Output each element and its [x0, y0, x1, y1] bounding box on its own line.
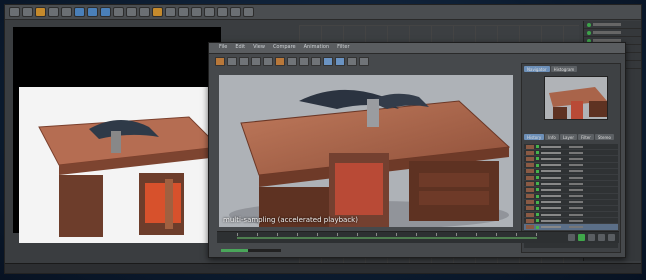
tab-history[interactable]: History	[524, 134, 545, 140]
tab-filter[interactable]: Filter	[577, 134, 594, 140]
picture-viewer-toolbar	[211, 55, 509, 67]
spline-icon[interactable]	[165, 7, 176, 17]
object-row[interactable]	[584, 29, 641, 37]
rotate-tool-icon[interactable]	[61, 7, 72, 17]
navigator-tabs: Navigator Histogram	[522, 64, 620, 74]
viewport-render	[19, 87, 221, 243]
redo-icon[interactable]	[22, 7, 33, 17]
tab-navigator[interactable]: Navigator	[524, 66, 550, 72]
move-tool-icon[interactable]	[35, 7, 46, 17]
display-icon[interactable]	[323, 56, 333, 66]
timeline-tick	[436, 233, 438, 236]
picture-viewer-timeline[interactable]	[217, 231, 619, 243]
render-pv-icon[interactable]	[126, 7, 137, 17]
settings-icon[interactable]	[347, 56, 357, 66]
camera-icon[interactable]	[230, 7, 241, 17]
region-icon[interactable]	[275, 56, 285, 66]
swap-icon[interactable]	[299, 56, 309, 66]
save-icon[interactable]	[239, 56, 249, 66]
array-icon[interactable]	[191, 7, 202, 17]
nurbs-icon[interactable]	[178, 7, 189, 17]
picture-viewer-menubar: File Edit View Compare Animation Filter	[209, 43, 625, 54]
lut-icon[interactable]	[335, 56, 345, 66]
tab-info[interactable]: Info	[545, 134, 559, 140]
x-axis-icon[interactable]	[74, 7, 85, 17]
timeline-tick	[515, 233, 517, 236]
history-row[interactable]	[524, 224, 618, 231]
timeline-strip[interactable]	[5, 263, 641, 273]
navigator-thumbnail[interactable]	[544, 76, 608, 120]
render-settings-icon[interactable]	[139, 7, 150, 17]
stop-icon[interactable]	[588, 234, 595, 241]
render-canvas[interactable]: multi-sampling (accelerated playback)	[219, 75, 513, 227]
play-icon[interactable]	[578, 234, 585, 241]
fit-icon[interactable]	[263, 56, 273, 66]
next-frame-icon[interactable]	[598, 234, 605, 241]
record-icon[interactable]	[608, 234, 615, 241]
playback-controls	[568, 234, 615, 241]
light-icon[interactable]	[243, 7, 254, 17]
timeline-tick	[456, 233, 458, 236]
timeline-tick	[376, 233, 378, 236]
object-row[interactable]	[584, 21, 641, 29]
timeline-track[interactable]	[237, 237, 537, 239]
tab-stereo[interactable]: Stereo	[594, 134, 614, 140]
main-toolbar	[5, 5, 641, 20]
render-view-icon[interactable]	[113, 7, 124, 17]
stop-render-icon[interactable]	[227, 56, 237, 66]
timeline-tick	[476, 233, 478, 236]
menu-edit[interactable]: Edit	[235, 44, 245, 50]
menu-view[interactable]: View	[253, 44, 265, 50]
tab-layer[interactable]: Layer	[559, 134, 577, 140]
timeline-tick	[237, 233, 238, 236]
history-tabs: History Info Layer Filter Stereo	[524, 134, 614, 140]
screen: File Edit View Compare Animation Filter	[0, 0, 646, 280]
timeline-tick	[495, 233, 497, 236]
info-icon[interactable]	[359, 56, 369, 66]
timeline-tick	[535, 233, 537, 236]
render-progress-bar	[221, 248, 281, 252]
y-axis-icon[interactable]	[87, 7, 98, 17]
timeline-tick	[316, 233, 318, 236]
perspective-viewport[interactable]	[13, 27, 221, 243]
picture-viewer-sidebar: Navigator Histogram History Info Layer F…	[521, 63, 621, 253]
timeline-tick	[416, 233, 418, 236]
zoom-icon[interactable]	[251, 56, 261, 66]
timeline-tick	[356, 233, 358, 236]
menu-filter[interactable]: Filter	[337, 44, 349, 50]
scale-tool-icon[interactable]	[48, 7, 59, 17]
picture-viewer-window: File Edit View Compare Animation Filter	[208, 42, 626, 258]
timeline-ticks	[237, 233, 537, 236]
timeline-tick	[296, 233, 298, 236]
tab-histogram[interactable]: Histogram	[550, 66, 578, 72]
cube-icon[interactable]	[152, 7, 163, 17]
scene-icon[interactable]	[217, 7, 228, 17]
desk-render-image	[219, 75, 513, 227]
menu-animation[interactable]: Animation	[304, 44, 330, 50]
prev-frame-icon[interactable]	[568, 234, 575, 241]
desk-render-image-left	[19, 87, 221, 243]
render-icon[interactable]	[215, 56, 225, 66]
render-caption: multi-sampling (accelerated playback)	[223, 216, 358, 224]
timeline-tick	[276, 233, 278, 236]
menu-file[interactable]: File	[219, 44, 227, 50]
timeline-tick	[336, 233, 338, 236]
timeline-tick	[396, 233, 398, 236]
ab-compare-icon[interactable]	[287, 56, 297, 66]
undo-icon[interactable]	[9, 7, 20, 17]
status-bar	[217, 245, 619, 255]
menu-compare[interactable]: Compare	[273, 44, 296, 50]
timeline-tick	[256, 233, 258, 236]
deformer-icon[interactable]	[204, 7, 215, 17]
channel-icon[interactable]	[311, 56, 321, 66]
z-axis-icon[interactable]	[100, 7, 111, 17]
